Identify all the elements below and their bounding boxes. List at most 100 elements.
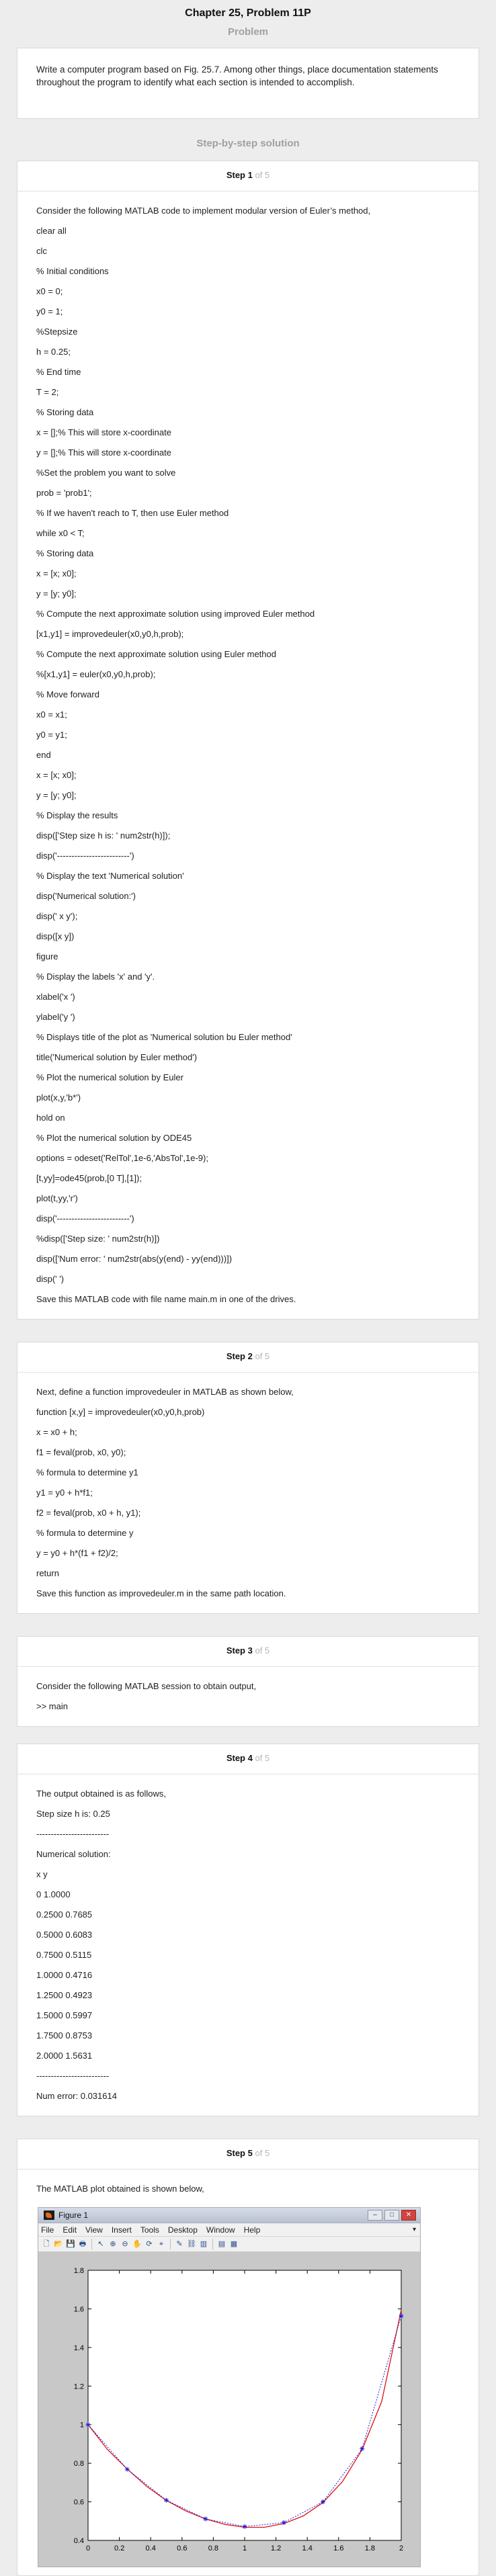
colorbar-icon[interactable]: ▥ xyxy=(198,2239,209,2249)
numeric-series-marker xyxy=(360,2446,365,2452)
step-line: % formula to determine y1 xyxy=(36,1467,138,1477)
link-icon[interactable]: ⛓ xyxy=(186,2239,197,2249)
x-tick-label: 0.4 xyxy=(146,2544,156,2552)
menubar-chevron-icon[interactable]: ▾ xyxy=(413,2226,416,2233)
step-line: 1.0000 0.4716 xyxy=(36,1970,93,1980)
step-line: Consider the following MATLAB code to im… xyxy=(36,206,371,216)
menu-item-insert[interactable]: Insert xyxy=(112,2225,132,2235)
step-line: x = [x; x0]; xyxy=(36,770,77,780)
problem-text: Write a computer program based on Fig. 2… xyxy=(36,65,438,87)
step-line: Consider the following MATLAB session to… xyxy=(36,1681,257,1691)
step-card-5: Step 5 of 5 The MATLAB plot obtained is s… xyxy=(17,2139,479,2576)
grid-layout-icon[interactable]: ▦ xyxy=(229,2239,239,2249)
menu-item-view[interactable]: View xyxy=(85,2225,103,2235)
step-line: 0.7500 0.5115 xyxy=(36,1950,92,1960)
minimize-icon[interactable]: – xyxy=(368,2210,382,2221)
x-tick-label: 2 xyxy=(399,2544,403,2552)
menu-item-help[interactable]: Help xyxy=(244,2225,261,2235)
step-line: f2 = feval(prob, x0 + h, y1); xyxy=(36,1508,141,1518)
legend-icon[interactable]: ▤ xyxy=(216,2239,227,2249)
data-cursor-icon[interactable]: ⌖ xyxy=(156,2239,167,2249)
step-line: disp('Numerical solution:') xyxy=(36,891,136,901)
step-line: y = [y; y0]; xyxy=(36,790,77,800)
numeric-series-marker xyxy=(203,2516,208,2522)
step-line: options = odeset('RelTol',1e-6,'AbsTol',… xyxy=(36,1153,208,1163)
menu-item-file[interactable]: File xyxy=(41,2225,54,2235)
step-line: [t,yy]=ode45(prob,[0 T],[1]); xyxy=(36,1173,142,1183)
step-line: Numerical solution: xyxy=(36,1849,111,1859)
zoom-out-icon[interactable]: ⊖ xyxy=(120,2239,130,2249)
maximize-icon[interactable]: □ xyxy=(384,2210,399,2221)
numeric-series-marker xyxy=(124,2466,130,2472)
menu-item-edit[interactable]: Edit xyxy=(63,2225,77,2235)
menu-item-tools[interactable]: Tools xyxy=(140,2225,159,2235)
new-file-icon[interactable]: 🗋 xyxy=(41,2239,52,2249)
step-line: xlabel('x ') xyxy=(36,992,75,1002)
step-line: 0.5000 0.6083 xyxy=(36,1930,93,1940)
step-line: ------------------------- xyxy=(36,2071,110,2081)
step-line: x0 = x1; xyxy=(36,710,67,720)
matlab-logo-icon xyxy=(44,2210,54,2220)
solution-heading: Step-by-step solution xyxy=(196,138,300,149)
step-card-1: Step 1 of 5 Consider the following MATLAB… xyxy=(17,161,479,1320)
step-line: % Displays title of the plot as 'Numeric… xyxy=(36,1032,292,1042)
step-line: % End time xyxy=(36,367,81,377)
step-line: Step size h is: 0.25 xyxy=(36,1809,110,1819)
step-line: %disp(['Step size: ' num2str(h)]) xyxy=(36,1234,160,1244)
close-icon[interactable]: ✕ xyxy=(401,2210,416,2221)
step-line: % Compute the next approximate solution … xyxy=(36,609,315,619)
step-title: Step 5 of 5 xyxy=(36,2139,460,2159)
x-tick-label: 1.2 xyxy=(271,2544,281,2552)
numeric-series-marker xyxy=(164,2497,169,2503)
brush-icon[interactable]: ✎ xyxy=(174,2239,185,2249)
step-line: % Display the labels 'x' and 'y'. xyxy=(36,972,155,982)
solution-page: Chapter 25, Problem 11P Problem Write a … xyxy=(0,0,496,2576)
step-label: Step 5 xyxy=(226,2148,253,2158)
step-line: x0 = 0; xyxy=(36,286,63,296)
step-content: The MATLAB plot obtained is shown below, xyxy=(36,2179,460,2199)
step-line: % Plot the numerical solution by ODE45 xyxy=(36,1133,192,1143)
problem-card: Write a computer program based on Fig. 2… xyxy=(17,48,479,119)
step-line: disp(['Step size h is: ' num2str(h)]); xyxy=(36,830,171,841)
menu-item-desktop[interactable]: Desktop xyxy=(168,2225,198,2235)
window-controls: – □ ✕ xyxy=(368,2210,416,2221)
step-line: disp(' x y'); xyxy=(36,911,78,921)
step-line: y = y0 + h*(f1 + f2)/2; xyxy=(36,1548,118,1558)
axes-box xyxy=(87,2270,402,2541)
step-line: x = [x; x0]; xyxy=(36,568,77,578)
step-divider xyxy=(17,2169,479,2170)
step-line: clc xyxy=(36,246,47,256)
step-of-total: of 5 xyxy=(255,1645,270,1656)
step-line: % Move forward xyxy=(36,689,99,699)
menu-item-window[interactable]: Window xyxy=(206,2225,235,2235)
pointer-icon[interactable]: ↖ xyxy=(95,2239,106,2249)
step-line: x = x0 + h; xyxy=(36,1427,77,1437)
step-card-2: Step 2 of 5 Next, define a function impro… xyxy=(17,1342,479,1614)
step-content: The output obtained is as follows, Step s… xyxy=(36,1784,460,2106)
step-line: h = 0.25; xyxy=(36,347,71,357)
y-tick-label: 1.8 xyxy=(74,2267,84,2275)
y-tick-label: 0.6 xyxy=(74,2499,84,2507)
step-line: 1.5000 0.5997 xyxy=(36,2010,93,2020)
step-line: plot(x,y,'b*') xyxy=(36,1092,81,1103)
open-folder-icon[interactable]: 📂 xyxy=(53,2239,64,2249)
step-line: 0 1.0000 xyxy=(36,1889,71,1899)
step-line: disp(['Num error: ' num2str(abs(y(end) -… xyxy=(36,1254,233,1264)
step-line: disp(' ') xyxy=(36,1274,65,1284)
step-line: Num error: 0.031614 xyxy=(36,2091,117,2101)
pan-icon[interactable]: ✋ xyxy=(132,2239,142,2249)
step-content: Consider the following MATLAB code to im… xyxy=(36,201,460,1310)
y-tick-label: 0.4 xyxy=(74,2537,84,2545)
x-tick-label: 1.6 xyxy=(333,2544,343,2552)
step-line: % Storing data xyxy=(36,407,94,417)
step-line: % formula to determine y xyxy=(36,1528,134,1538)
save-icon[interactable]: 💾 xyxy=(65,2239,76,2249)
step-line: % If we haven't reach to T, then use Eul… xyxy=(36,508,229,518)
step-line: % Initial conditions xyxy=(36,266,109,276)
step-line: function [x,y] = improvedeuler(x0,y0,h,p… xyxy=(36,1407,205,1417)
zoom-in-icon[interactable]: ⊕ xyxy=(108,2239,118,2249)
step-line: y0 = y1; xyxy=(36,730,67,740)
rotate-icon[interactable]: ⟳ xyxy=(144,2239,155,2249)
print-icon[interactable]: 🖶 xyxy=(77,2239,88,2249)
step-line: >> main xyxy=(36,1701,68,1711)
